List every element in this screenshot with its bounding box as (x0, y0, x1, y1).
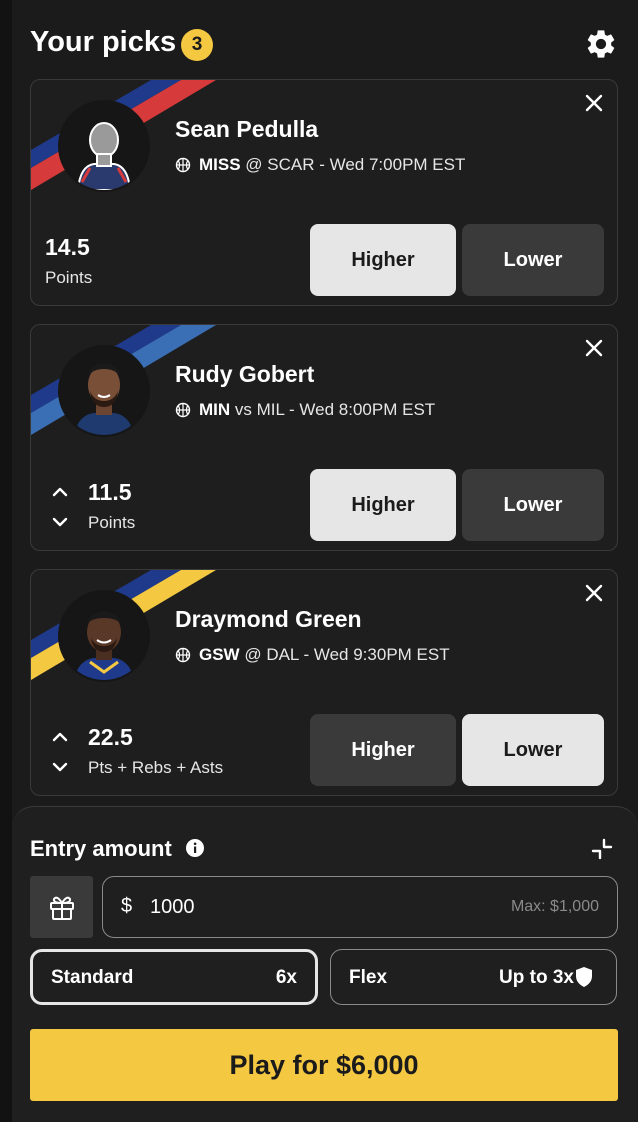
matchup-text: @ SCAR - Wed 7:00PM EST (240, 155, 466, 174)
matchup-text: vs MIL - Wed 8:00PM EST (230, 400, 436, 419)
shield-icon (576, 967, 592, 987)
pick-card-sean-pedulla: Sean Pedulla MISS @ SCAR - Wed 7:00PM ES… (30, 79, 618, 306)
team-abbr: MISS (199, 155, 241, 174)
team-abbr: MIN (199, 400, 231, 419)
chevron-down-icon[interactable] (51, 760, 69, 774)
player-name: Rudy Gobert (175, 361, 315, 387)
info-icon[interactable] (185, 838, 205, 858)
close-icon (585, 339, 603, 357)
standard-label: Standard (51, 967, 134, 988)
lower-button[interactable]: Lower (462, 469, 604, 541)
flex-label: Flex (349, 967, 388, 988)
remove-pick-button[interactable] (583, 582, 605, 604)
basketball-icon (175, 402, 191, 418)
currency-symbol: $ (121, 895, 133, 917)
higher-button[interactable]: Higher (310, 469, 456, 541)
lower-button[interactable]: Lower (462, 224, 604, 296)
higher-button[interactable]: Higher (310, 224, 456, 296)
player-name: Sean Pedulla (175, 116, 319, 142)
line-value: 11.5 (88, 479, 132, 505)
entry-amount-input[interactable] (150, 891, 450, 923)
standard-multiplier: 6x (275, 967, 297, 988)
lower-button[interactable]: Lower (462, 714, 604, 786)
settings-button[interactable] (584, 27, 618, 61)
chevron-up-icon[interactable] (51, 730, 69, 744)
entry-amount-title: Entry amount (30, 836, 172, 861)
flex-multiplier: Up to 3x (499, 967, 574, 988)
player-name: Draymond Green (175, 606, 362, 632)
avatar (58, 345, 150, 437)
game-info: MIN vs MIL - Wed 8:00PM EST (175, 400, 435, 420)
standard-mode-option[interactable]: Standard 6x (30, 949, 318, 1005)
player-headshot-icon (60, 347, 148, 435)
avatar (58, 590, 150, 682)
gift-icon (49, 896, 74, 920)
higher-button[interactable]: Higher (310, 714, 456, 786)
basketball-icon (175, 647, 191, 663)
stat-label: Points (88, 513, 136, 532)
line-value: 14.5 (45, 234, 90, 260)
game-info: MISS @ SCAR - Wed 7:00PM EST (175, 155, 465, 175)
matchup-text: @ DAL - Wed 9:30PM EST (239, 645, 450, 664)
game-info: GSW @ DAL - Wed 9:30PM EST (175, 645, 450, 665)
basketball-icon (175, 157, 191, 173)
chevron-down-icon[interactable] (51, 515, 69, 529)
chevron-up-icon[interactable] (51, 485, 69, 499)
picks-count-badge: 3 (181, 29, 213, 61)
entry-sheet: Entry amount $ Max: $1,000 Standard 6x F… (12, 806, 638, 1122)
avatar (58, 100, 150, 192)
collapse-icon[interactable] (590, 837, 614, 861)
remove-pick-button[interactable] (583, 92, 605, 114)
line-value: 22.5 (88, 724, 133, 750)
player-headshot-icon (60, 592, 148, 680)
remove-pick-button[interactable] (583, 337, 605, 359)
picks-header: Your picks 3 (30, 24, 620, 64)
promo-gift-button[interactable] (30, 876, 93, 938)
flex-mode-option[interactable]: Flex Up to 3x (330, 949, 617, 1005)
max-amount-label: Max: $1,000 (510, 898, 599, 915)
play-button[interactable]: Play for $6,000 (30, 1029, 618, 1101)
entry-amount-field[interactable]: $ Max: $1,000 (102, 876, 618, 938)
close-icon (585, 94, 603, 112)
close-icon (585, 584, 603, 602)
gear-icon (587, 30, 615, 58)
pick-card-rudy-gobert: Rudy Gobert MIN vs MIL - Wed 8:00PM EST … (30, 324, 618, 551)
default-player-silhouette-icon (60, 102, 148, 190)
stat-label: Pts + Rebs + Asts (88, 758, 224, 777)
team-abbr: GSW (199, 645, 240, 664)
stat-label: Points (45, 268, 93, 287)
page-title: Your picks (30, 26, 177, 58)
pick-card-draymond-green: Draymond Green GSW @ DAL - Wed 9:30PM ES… (30, 569, 618, 796)
